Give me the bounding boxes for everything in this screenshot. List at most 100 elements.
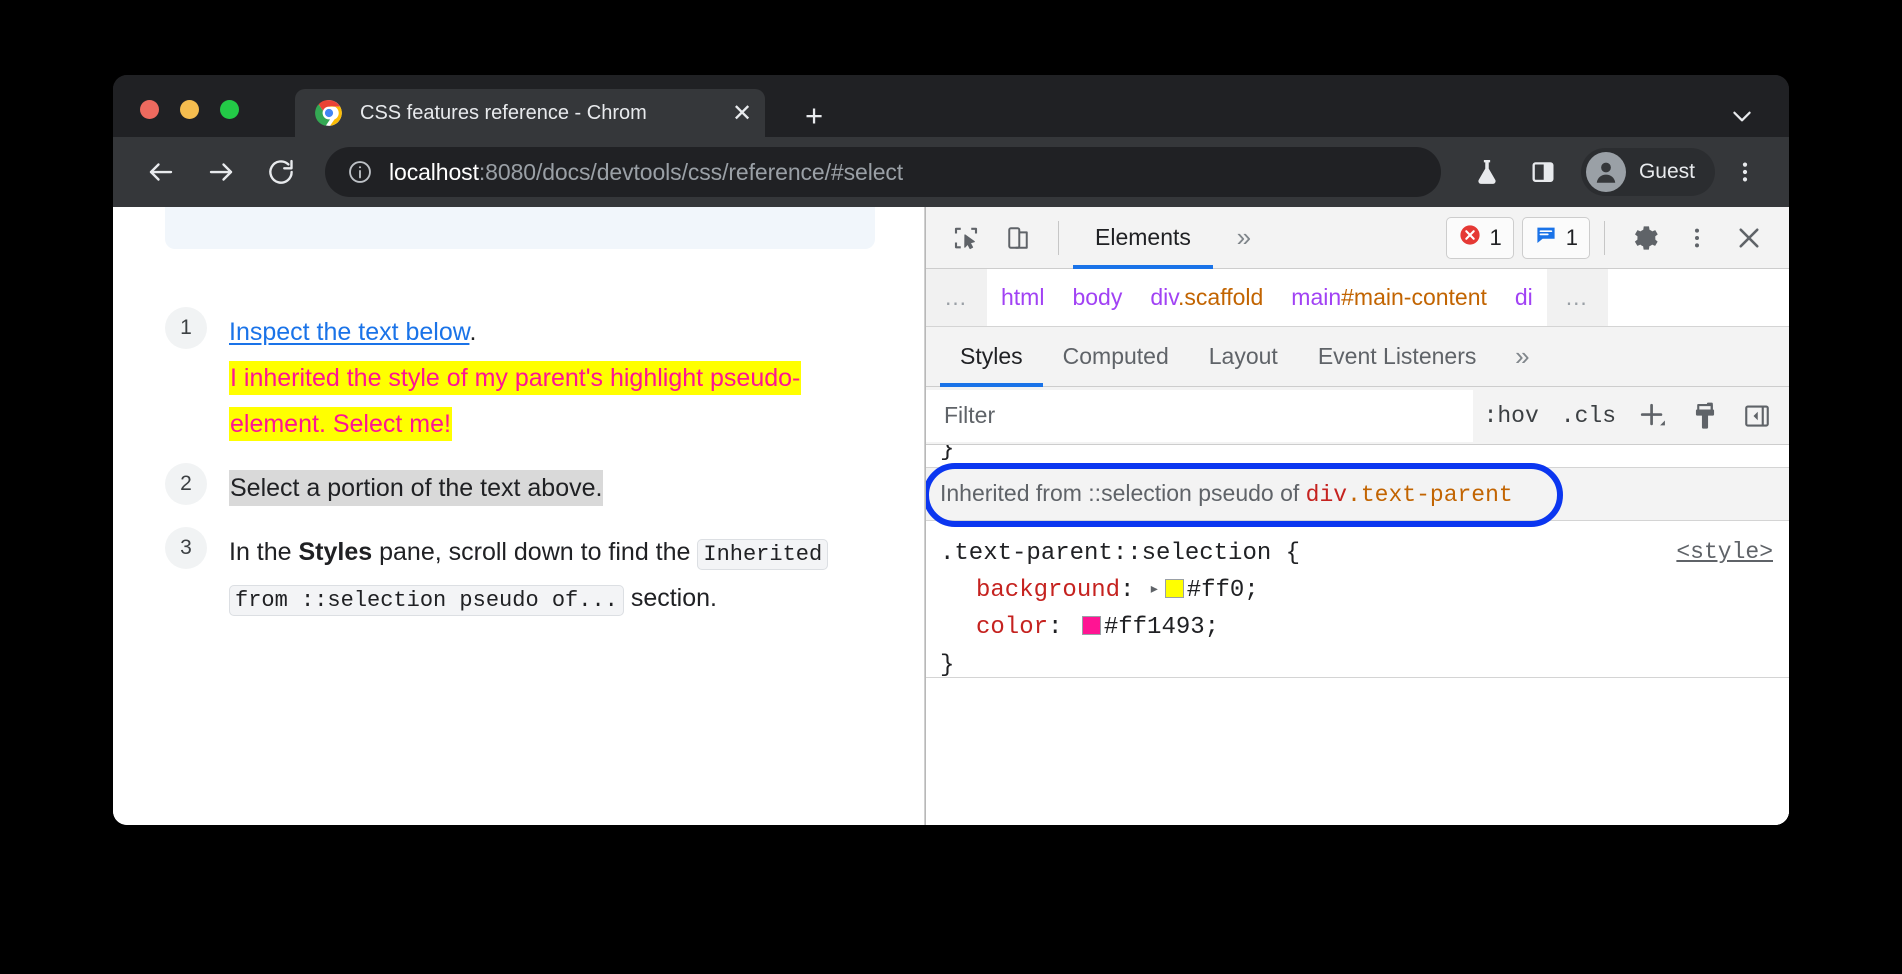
css-property-value[interactable]: #ff0; [1187,577,1259,604]
inherited-from-section-header[interactable]: Inherited from ::selection pseudo of div… [926,467,1789,521]
address-bar-host: localhost [389,159,479,185]
message-icon [1534,223,1558,252]
close-icon[interactable] [1726,215,1772,261]
gear-icon[interactable] [1622,215,1668,261]
css-declaration-color[interactable]: color: #ff1493; [940,609,1789,646]
step3-suffix: section. [624,584,717,612]
tab-event-listeners[interactable]: Event Listeners [1298,327,1497,386]
error-count: 1 [1490,225,1502,251]
filter-input[interactable] [926,390,1473,442]
message-count: 1 [1566,225,1578,251]
step-number: 2 [165,463,207,505]
styles-pane-empty-area [926,677,1789,825]
css-property-name[interactable]: color [976,614,1048,641]
styles-pane-tabs: Styles Computed Layout Event Listeners » [926,327,1789,387]
breadcrumb-item-truncated[interactable]: di [1501,284,1547,311]
new-tab-button[interactable]: + [793,95,835,137]
css-declaration-background[interactable]: background: ▸#ff0; [940,572,1789,609]
list-item: 3 In the Styles pane, scroll down to fin… [165,527,884,622]
address-bar-url: localhost:8080/docs/devtools/css/referen… [389,159,903,186]
person-avatar-icon [1586,152,1626,192]
forward-arrow-icon[interactable] [197,148,245,196]
toggle-sidebar-icon[interactable] [1733,392,1781,440]
step-number: 1 [165,307,207,349]
tab-strip: CSS features reference - Chrom ✕ + [113,75,1789,137]
previous-rule-closing-brace: } [926,445,1789,467]
inherited-from-label: Inherited from ::selection pseudo of div… [940,480,1513,508]
paintbrush-icon[interactable] [1681,392,1729,440]
chevron-down-icon[interactable] [1723,97,1761,135]
breadcrumb-tag: main [1291,284,1341,310]
tab-close-icon[interactable]: ✕ [719,90,765,136]
styles-filter-bar: :hov .cls [926,387,1789,445]
side-panel-icon[interactable] [1519,148,1567,196]
more-tabs-icon[interactable]: » [1496,327,1548,386]
step-content: Select a portion of the text above. [229,463,884,511]
list-item: 1 Inspect the text below. I inherited th… [165,307,884,447]
plus-icon[interactable] [1629,392,1677,440]
inspect-text-link[interactable]: Inspect the text below [229,318,469,346]
tab-computed[interactable]: Computed [1043,327,1189,386]
message-counter[interactable]: 1 [1522,217,1590,259]
toolbar-divider [1058,221,1059,255]
breadcrumb-overflow-left[interactable]: … [926,269,987,327]
breadcrumb-item-div-scaffold[interactable]: div.scaffold [1136,284,1277,311]
inspect-element-icon[interactable] [943,215,989,261]
error-counter[interactable]: 1 [1446,217,1514,259]
expander-triangle-icon[interactable]: ▸ [1149,577,1160,605]
breadcrumb-item-body[interactable]: body [1058,284,1136,311]
breadcrumb-item-main-content[interactable]: main#main-content [1277,284,1501,311]
device-toolbar-icon[interactable] [995,215,1041,261]
css-selector[interactable]: .text-parent::selection { [940,535,1789,572]
address-bar[interactable]: localhost:8080/docs/devtools/css/referen… [325,147,1441,197]
page-callout-card [165,207,875,249]
tutorial-step-list: 1 Inspect the text below. I inherited th… [113,307,924,638]
css-property-value[interactable]: #ff1493; [1104,614,1219,641]
tab-elements[interactable]: Elements [1073,207,1213,269]
toolbar-divider [1604,221,1605,255]
styles-pane-emphasis: Styles [299,538,373,566]
flask-icon[interactable] [1463,148,1511,196]
browser-viewport: 1 Inspect the text below. I inherited th… [113,207,1789,825]
cls-toggle-button[interactable]: .cls [1550,403,1627,429]
breadcrumb: … html body div.scaffold main#main-conte… [926,269,1789,327]
inherited-element-tag: div [1306,482,1347,508]
color-swatch[interactable] [1082,616,1101,635]
three-dot-menu-icon[interactable] [1674,215,1720,261]
color-swatch[interactable] [1165,579,1184,598]
error-circle-icon [1458,223,1482,252]
back-arrow-icon[interactable] [137,148,185,196]
three-dot-menu-icon[interactable] [1725,148,1765,196]
more-panels-icon[interactable]: » [1221,215,1267,261]
window-maximize-button[interactable] [220,100,239,119]
step3-middle: pane, scroll down to find the [372,538,697,566]
tab-styles[interactable]: Styles [940,327,1043,386]
chrome-icon [315,99,343,127]
profile-chip[interactable]: Guest [1581,148,1715,196]
breadcrumb-overflow-right[interactable]: … [1547,269,1608,327]
reload-icon[interactable] [257,148,305,196]
browser-tab[interactable]: CSS features reference - Chrom ✕ [295,89,765,137]
inherited-element: div.text-parent [1306,482,1513,508]
breadcrumb-tag: div [1150,284,1178,310]
step-content: In the Styles pane, scroll down to find … [229,527,884,622]
window-minimize-button[interactable] [180,100,199,119]
breadcrumb-tag: body [1072,284,1122,310]
hov-toggle-button[interactable]: :hov [1473,403,1550,429]
devtools-toolbar: Elements » 1 [926,207,1789,269]
selected-demo-text: Select a portion of the text above. [229,470,603,506]
info-circle-icon[interactable] [347,159,373,185]
devtools-panel: Elements » 1 [925,207,1789,825]
list-item: 2 Select a portion of the text above. [165,463,884,511]
tab-title: CSS features reference - Chrom [360,102,719,125]
step-content: Inspect the text below. I inherited the … [229,307,884,447]
rule-origin-link[interactable]: <style> [1676,535,1773,571]
web-page-content: 1 Inspect the text below. I inherited th… [113,207,925,825]
css-property-name[interactable]: background [976,577,1120,604]
tab-layout[interactable]: Layout [1189,327,1298,386]
address-bar-path: :8080/docs/devtools/css/reference/#selec… [479,159,903,185]
window-close-button[interactable] [140,100,159,119]
breadcrumb-sub: .scaffold [1178,284,1263,310]
breadcrumb-item-html[interactable]: html [987,284,1058,311]
inherited-prefix: Inherited from ::selection pseudo of [940,480,1306,506]
